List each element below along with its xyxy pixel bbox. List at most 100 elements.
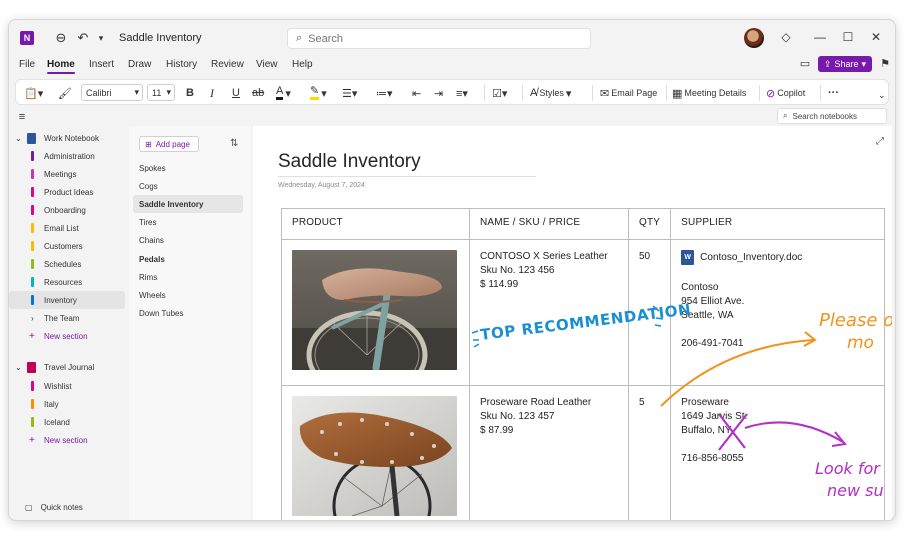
page-item-chains[interactable]: Chains [133, 231, 243, 249]
undo-icon[interactable]: ↶ [75, 30, 91, 46]
quick-access-chevron-icon[interactable]: ▾ [93, 30, 109, 46]
styles-button[interactable]: A̸ Styles ▾ [530, 85, 571, 101]
page-item-cogs[interactable]: Cogs [133, 177, 243, 195]
header-supplier[interactable]: SUPPLIER [670, 208, 885, 240]
highlighter-icon[interactable]: ✎ ▾ [310, 85, 327, 101]
bold-button[interactable]: B [186, 85, 194, 101]
meeting-details-label: Meeting Details [684, 88, 747, 98]
italic-button[interactable]: I [210, 85, 214, 101]
section-meetings[interactable]: Meetings [9, 165, 125, 183]
paste-icon[interactable]: 📋▾ [24, 85, 43, 101]
menu-view[interactable]: View [256, 59, 278, 70]
collapse-ribbon-chevron-icon[interactable]: ⌄ [878, 87, 886, 103]
section-administration[interactable]: Administration [9, 147, 125, 165]
ribbon-divider [592, 85, 593, 101]
search-input[interactable] [308, 32, 559, 45]
add-page-button[interactable]: ⊞ Add page [139, 136, 199, 152]
page-title[interactable]: Saddle Inventory [278, 151, 421, 173]
close-icon[interactable]: ✕ [868, 30, 884, 44]
feedback-icon[interactable]: ⚑ [877, 56, 893, 72]
maximize-icon[interactable]: ☐ [840, 30, 856, 44]
new-section-work[interactable]: + New section [9, 327, 125, 345]
search-notebooks-box[interactable]: ⌕ Search notebooks [777, 108, 887, 124]
product-price: $ 87.99 [480, 425, 514, 436]
notebook-work[interactable]: ⌄ Work Notebook [9, 129, 125, 147]
font-name-select[interactable]: Calibri ▾ [81, 84, 143, 101]
share-label: Share [834, 59, 859, 69]
hamburger-menu-icon[interactable]: ≡ [14, 109, 30, 125]
product-name: CONTOSO X Series Leather [480, 251, 608, 262]
more-options-button[interactable]: ··· [828, 85, 839, 101]
strikethrough-button[interactable]: ab [252, 85, 264, 101]
page-item-pedals[interactable]: Pedals [133, 250, 243, 268]
section-product-ideas[interactable]: Product Ideas [9, 183, 125, 201]
menu-help[interactable]: Help [292, 59, 313, 70]
premium-diamond-icon[interactable]: ◇ [778, 30, 794, 44]
name-sku-price-cell[interactable]: Proseware Road Leather Sku No. 123 457 $… [469, 385, 629, 520]
name-sku-price-cell[interactable]: CONTOSO X Series Leather Sku No. 123 456… [469, 239, 629, 386]
meeting-details-button[interactable]: ▦ Meeting Details [672, 85, 746, 101]
menu-file[interactable]: File [19, 59, 35, 70]
quick-notes-link[interactable]: ▢ Quick notes [25, 503, 83, 512]
window-title: Saddle Inventory [119, 32, 202, 44]
avatar[interactable] [744, 28, 764, 48]
attachment-link[interactable]: W Contoso_Inventory.doc [681, 250, 874, 265]
product-cell[interactable] [281, 239, 470, 400]
title-underline [278, 176, 536, 177]
tag-icon[interactable]: ☑▾ [492, 85, 507, 101]
font-color-icon[interactable]: A ▾ [276, 85, 291, 101]
page-item-tires[interactable]: Tires [133, 213, 243, 231]
qty-cell[interactable]: 50 [627, 239, 672, 386]
notebook-travel[interactable]: ⌄ Travel Journal [9, 358, 125, 376]
decrease-indent-icon[interactable]: ⇤ [412, 85, 421, 101]
increase-indent-icon[interactable]: ⇥ [434, 85, 443, 101]
section-resources[interactable]: Resources [9, 273, 125, 291]
font-size-select[interactable]: 11 ▾ [147, 84, 175, 101]
share-button[interactable]: ⇪ Share ▾ [818, 56, 872, 72]
section-iceland[interactable]: Iceland [9, 413, 125, 431]
format-painter-icon[interactable]: 🖌 [58, 85, 72, 101]
menu-history[interactable]: History [166, 59, 197, 70]
numbered-list-icon[interactable]: ≔▾ [376, 85, 393, 101]
section-onboarding[interactable]: Onboarding [9, 201, 125, 219]
supplier-phone: 716-856-8055 [681, 453, 744, 464]
menu-home[interactable]: Home [47, 59, 75, 74]
section-inventory[interactable]: Inventory [9, 291, 125, 309]
qty-cell[interactable]: 5 [627, 385, 672, 520]
page-canvas[interactable]: ⤢ Saddle Inventory Wednesday, August 7, … [253, 126, 892, 520]
align-icon[interactable]: ≡▾ [456, 85, 468, 101]
expand-icon[interactable]: ⤢ [876, 136, 884, 147]
section-label: Wishlist [44, 381, 72, 391]
sticky-note-icon[interactable]: ▭ [797, 56, 813, 72]
search-box[interactable]: ⌕ [287, 28, 591, 49]
supplier-cell[interactable]: Proseware 1649 Jarvis St. Buffalo, NY 71… [670, 385, 885, 520]
back-icon[interactable]: ⊖ [53, 30, 69, 46]
email-page-button[interactable]: ✉ Email Page [600, 85, 657, 101]
chevron-down-icon: ▾ [166, 87, 171, 97]
product-cell[interactable] [281, 385, 470, 520]
page-item-wheels[interactable]: Wheels [133, 286, 243, 304]
page-item-rims[interactable]: Rims [133, 268, 243, 286]
bullet-list-icon[interactable]: ☰▾ [342, 85, 357, 101]
section-wishlist[interactable]: Wishlist [9, 377, 125, 395]
section-italy[interactable]: Italy [9, 395, 125, 413]
menu-draw[interactable]: Draw [128, 59, 151, 70]
section-email-list[interactable]: Email List [9, 219, 125, 237]
supplier-cell[interactable]: W Contoso_Inventory.doc Contoso 954 Elli… [670, 239, 885, 386]
copilot-button[interactable]: ⊘ Copilot [766, 85, 805, 101]
header-qty[interactable]: QTY [627, 208, 672, 240]
section-group-the-team[interactable]: › The Team [9, 309, 125, 327]
section-customers[interactable]: Customers [9, 237, 125, 255]
underline-button[interactable]: U [232, 85, 240, 101]
menu-insert[interactable]: Insert [89, 59, 114, 70]
page-item-spokes[interactable]: Spokes [133, 159, 243, 177]
menu-review[interactable]: Review [211, 59, 244, 70]
new-section-travel[interactable]: + New section [9, 431, 125, 449]
minimize-icon[interactable]: — [812, 30, 828, 44]
section-schedules[interactable]: Schedules [9, 255, 125, 273]
page-item-down-tubes[interactable]: Down Tubes [133, 304, 243, 322]
sort-icon[interactable]: ⇅ [230, 138, 238, 149]
header-product[interactable]: PRODUCT [281, 208, 470, 240]
header-name-sku-price[interactable]: NAME / SKU / PRICE [469, 208, 629, 240]
page-item-saddle-inventory[interactable]: Saddle Inventory [133, 195, 243, 213]
